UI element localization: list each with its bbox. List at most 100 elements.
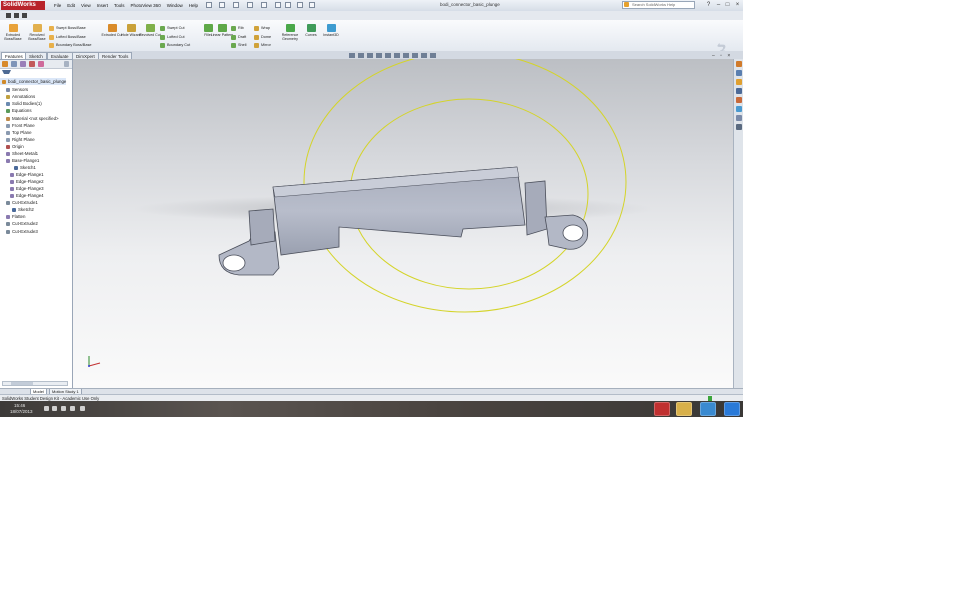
options-icon[interactable]	[297, 2, 303, 8]
scroll-thumb[interactable]	[11, 382, 33, 385]
configuration-manager-icon[interactable]	[20, 61, 26, 67]
tree-item[interactable]: Solid Bodies(1)	[0, 100, 42, 107]
new-icon[interactable]	[206, 2, 212, 8]
solidworks-logo[interactable]: SolidWorks	[1, 1, 45, 10]
solidworks-taskbar-icon[interactable]	[654, 402, 670, 416]
custom-properties-icon[interactable]	[736, 106, 742, 112]
zoom-area-icon[interactable]	[358, 53, 364, 58]
tree-item[interactable]: Edge-Flange4	[0, 192, 44, 199]
menu-photoview[interactable]: PhotoView 360	[131, 2, 161, 9]
revolved-boss-button[interactable]: Revolved Boss/Base	[25, 24, 49, 41]
undo-icon[interactable]	[261, 2, 267, 8]
tree-item[interactable]: Cut-Extrude3	[0, 228, 38, 235]
start-button-icon[interactable]	[724, 402, 740, 416]
tree-item[interactable]: Edge-Flange1	[0, 171, 44, 178]
mirror-button[interactable]: Mirror	[254, 42, 271, 48]
menu-window[interactable]: Window	[167, 2, 183, 9]
maximize-button[interactable]: □	[723, 1, 732, 9]
home-icon[interactable]	[6, 13, 11, 18]
menu-edit[interactable]: Edit	[67, 2, 75, 9]
boundary-cut-button[interactable]: Boundary Cut	[160, 42, 190, 48]
menu-tools[interactable]: Tools	[114, 2, 125, 9]
chrome-taskbar-icon[interactable]	[700, 402, 716, 416]
swept-boss-button[interactable]: Swept Boss/Base	[49, 25, 86, 31]
rib-button[interactable]: Rib	[231, 25, 244, 31]
zoom-to-fit-icon[interactable]	[349, 53, 355, 58]
tree-item[interactable]: Equations	[0, 107, 32, 114]
tree-item[interactable]: Sketch2	[0, 206, 34, 213]
boundary-boss-button[interactable]: Boundary Boss/Base	[49, 42, 91, 48]
extruded-boss-button[interactable]: Extruded Boss/Base	[1, 24, 25, 41]
tree-item[interactable]: Right Plane	[0, 136, 35, 143]
viewport-window-controls[interactable]: – ▫ ×	[712, 53, 732, 59]
section-view-icon[interactable]	[376, 53, 382, 58]
search-task-icon[interactable]	[736, 115, 742, 121]
apply-scene-icon[interactable]	[421, 53, 427, 58]
folder-icon[interactable]	[22, 13, 27, 18]
model-canvas[interactable]	[73, 59, 733, 389]
file-explorer-icon[interactable]	[736, 79, 742, 85]
open-icon[interactable]	[219, 2, 225, 8]
tree-item[interactable]: Flatten	[0, 213, 25, 220]
menu-view[interactable]: View	[81, 2, 91, 9]
tray-icon[interactable]	[52, 406, 57, 411]
explorer-taskbar-icon[interactable]	[676, 402, 692, 416]
filter-icon[interactable]	[2, 70, 11, 78]
expand-arrow-icon[interactable]	[64, 61, 69, 67]
tree-item[interactable]: Sheet-Metal1	[0, 150, 38, 157]
clock-time[interactable]: 15:46	[14, 403, 25, 408]
tray-icon[interactable]	[44, 406, 49, 411]
view-palette-icon[interactable]	[736, 88, 742, 94]
tree-item[interactable]: Sensors	[0, 86, 28, 93]
display-manager-icon[interactable]	[38, 61, 44, 67]
tree-item[interactable]: Base-Flange1	[0, 157, 39, 164]
minimize-button[interactable]: –	[714, 1, 723, 9]
tree-item[interactable]: Material <not specified>	[0, 115, 59, 122]
feature-tree-icon[interactable]	[2, 61, 8, 67]
lofted-boss-button[interactable]: Lofted Boss/Base	[49, 34, 86, 40]
shell-button[interactable]: Shell	[231, 42, 246, 48]
tree-item[interactable]: Cut-Extrude1	[0, 199, 38, 206]
tree-item[interactable]: Sketch1	[0, 164, 36, 171]
property-manager-icon[interactable]	[11, 61, 17, 67]
revolved-cut-button[interactable]: Revolved Cut	[138, 24, 162, 37]
tray-icon[interactable]	[80, 406, 85, 411]
tree-item[interactable]: Cut-Extrude2	[0, 220, 38, 227]
tab-dimxpert[interactable]: DimXpert	[72, 52, 99, 59]
hide-show-items-icon[interactable]	[403, 53, 409, 58]
help-question-icon[interactable]: ?	[704, 1, 713, 9]
tray-icon[interactable]	[70, 406, 75, 411]
swept-cut-button[interactable]: Swept Cut	[160, 25, 185, 31]
clock-date[interactable]: 18/07/2013	[10, 409, 33, 414]
edit-appearance-icon[interactable]	[412, 53, 418, 58]
document-recovery-icon[interactable]	[736, 124, 742, 130]
save-icon[interactable]	[233, 2, 239, 8]
lofted-cut-button[interactable]: Lofted Cut	[160, 34, 185, 40]
view-settings-icon[interactable]	[430, 53, 436, 58]
draft-button[interactable]: Draft	[231, 34, 246, 40]
file-properties-icon[interactable]	[309, 2, 315, 8]
tree-item[interactable]: Top Plane	[0, 129, 32, 136]
dimxpert-manager-icon[interactable]	[29, 61, 35, 67]
tree-item[interactable]: bodi_connector_basic_plunge	[0, 78, 67, 85]
tab-features[interactable]: Features	[1, 52, 27, 59]
select-icon[interactable]	[275, 2, 281, 8]
menu-help[interactable]: Help	[189, 2, 198, 9]
close-button[interactable]: ×	[733, 1, 742, 9]
tab-evaluate[interactable]: Evaluate	[47, 52, 73, 59]
wrap-button[interactable]: Wrap	[254, 25, 270, 31]
menu-file[interactable]: File	[54, 2, 61, 9]
resources-icon[interactable]	[736, 61, 742, 67]
search-input[interactable]: Search SolidWorks Help	[622, 1, 695, 9]
design-library-icon[interactable]	[736, 70, 742, 76]
tree-item[interactable]: Origin	[0, 143, 24, 150]
rebuild-icon[interactable]	[285, 2, 291, 8]
tree-item[interactable]: Annotations	[0, 93, 35, 100]
tree-item[interactable]: Edge-Flange2	[0, 178, 44, 185]
tree-item[interactable]: Front Plane	[0, 122, 35, 129]
instant3d-button[interactable]: Instant3D	[319, 24, 343, 37]
tab-render-tools[interactable]: Render Tools	[98, 52, 133, 59]
dome-button[interactable]: Dome	[254, 34, 271, 40]
appearances-icon[interactable]	[736, 97, 742, 103]
tray-icon[interactable]	[61, 406, 66, 411]
